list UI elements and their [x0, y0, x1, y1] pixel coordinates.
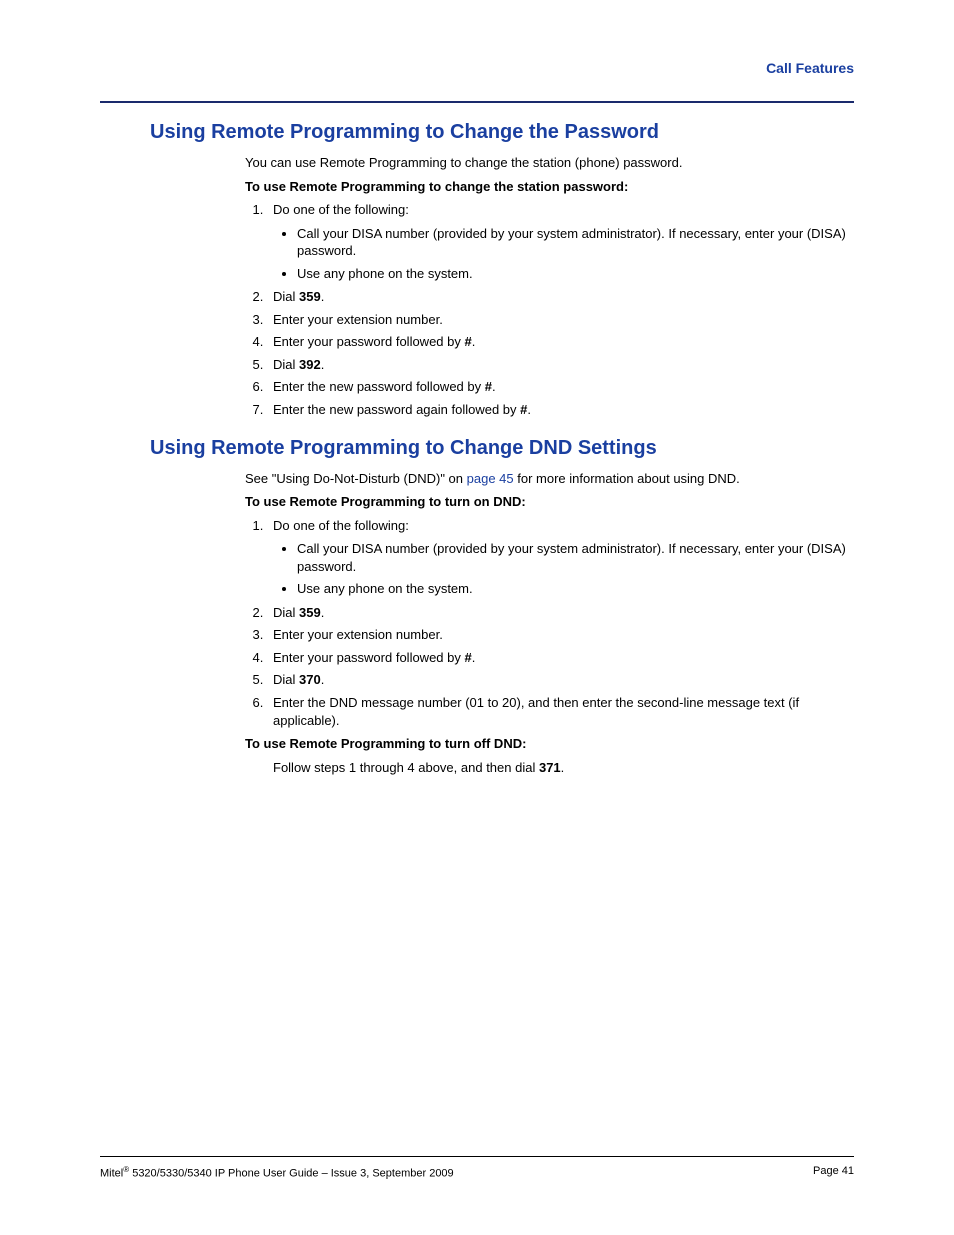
- section2-body: See "Using Do-Not-Disturb (DND)" on page…: [245, 470, 854, 777]
- t: .: [321, 289, 325, 304]
- list-item: Dial 359.: [267, 604, 854, 622]
- t: .: [527, 402, 531, 417]
- t: 359: [299, 605, 321, 620]
- t: Dial: [273, 605, 299, 620]
- t: 392: [299, 357, 321, 372]
- list-item: Dial 359.: [267, 288, 854, 306]
- t: .: [321, 357, 325, 372]
- t: Enter your password followed by: [273, 334, 464, 349]
- header-rule: [100, 101, 854, 103]
- t: .: [561, 760, 565, 775]
- heading-change-dnd: Using Remote Programming to Change DND S…: [150, 437, 854, 460]
- list-item: Do one of the following: Call your DISA …: [267, 201, 854, 282]
- step-text: Do one of the following:: [273, 518, 409, 533]
- section2-intro: See "Using Do-Not-Disturb (DND)" on page…: [245, 470, 854, 488]
- step-text: Do one of the following:: [273, 202, 409, 217]
- t: See "Using Do-Not-Disturb (DND)" on: [245, 471, 467, 486]
- page: Call Features Using Remote Programming t…: [0, 0, 954, 1235]
- t: .: [321, 672, 325, 687]
- list-item: Enter your password followed by #.: [267, 333, 854, 351]
- t: .: [472, 334, 476, 349]
- footer-right: Page 41: [813, 1165, 854, 1180]
- t: Enter the new password again followed by: [273, 402, 520, 417]
- list-item: Do one of the following: Call your DISA …: [267, 517, 854, 598]
- list-item: Call your DISA number (provided by your …: [297, 540, 854, 575]
- section2-subhead-on: To use Remote Programming to turn on DND…: [245, 493, 854, 511]
- list-item: Use any phone on the system.: [297, 265, 854, 283]
- t: Follow steps 1 through 4 above, and then…: [273, 760, 539, 775]
- list-item: Enter the new password again followed by…: [267, 401, 854, 419]
- t: Enter your password followed by: [273, 650, 464, 665]
- footer-left: Mitel® 5320/5330/5340 IP Phone User Guid…: [100, 1165, 454, 1180]
- heading-change-password: Using Remote Programming to Change the P…: [150, 121, 854, 144]
- t: Dial: [273, 672, 299, 687]
- t: 5320/5330/5340 IP Phone User Guide – Iss…: [129, 1168, 454, 1180]
- list-item: Enter the new password followed by #.: [267, 378, 854, 396]
- list-item: Enter your extension number.: [267, 626, 854, 644]
- t: #: [464, 650, 471, 665]
- section2-steps: Do one of the following: Call your DISA …: [267, 517, 854, 729]
- t: .: [321, 605, 325, 620]
- t: .: [492, 379, 496, 394]
- page-link[interactable]: page 45: [467, 471, 514, 486]
- page-footer: Mitel® 5320/5330/5340 IP Phone User Guid…: [100, 1156, 854, 1180]
- section1-subhead: To use Remote Programming to change the …: [245, 178, 854, 196]
- list-item: Enter your password followed by #.: [267, 649, 854, 667]
- list-item: Dial 370.: [267, 671, 854, 689]
- list-item: Enter your extension number.: [267, 311, 854, 329]
- t: 359: [299, 289, 321, 304]
- list-item: Use any phone on the system.: [297, 580, 854, 598]
- header-block: Call Features: [100, 60, 854, 103]
- t: #: [464, 334, 471, 349]
- section2-off-text: Follow steps 1 through 4 above, and then…: [273, 759, 854, 777]
- t: #: [485, 379, 492, 394]
- t: for more information about using DND.: [514, 471, 740, 486]
- section1-body: You can use Remote Programming to change…: [245, 154, 854, 419]
- section1-intro: You can use Remote Programming to change…: [245, 154, 854, 172]
- list-item: Call your DISA number (provided by your …: [297, 225, 854, 260]
- t: Enter the new password followed by: [273, 379, 485, 394]
- sublist: Call your DISA number (provided by your …: [297, 540, 854, 598]
- t: Dial: [273, 289, 299, 304]
- section1-steps: Do one of the following: Call your DISA …: [267, 201, 854, 418]
- list-item: Dial 392.: [267, 356, 854, 374]
- list-item: Enter the DND message number (01 to 20),…: [267, 694, 854, 729]
- t: Mitel: [100, 1168, 123, 1180]
- t: 370: [299, 672, 321, 687]
- t: .: [472, 650, 476, 665]
- t: Dial: [273, 357, 299, 372]
- section2-subhead-off: To use Remote Programming to turn off DN…: [245, 735, 854, 753]
- t: 371: [539, 760, 561, 775]
- header-section-label: Call Features: [100, 60, 854, 76]
- sublist: Call your DISA number (provided by your …: [297, 225, 854, 283]
